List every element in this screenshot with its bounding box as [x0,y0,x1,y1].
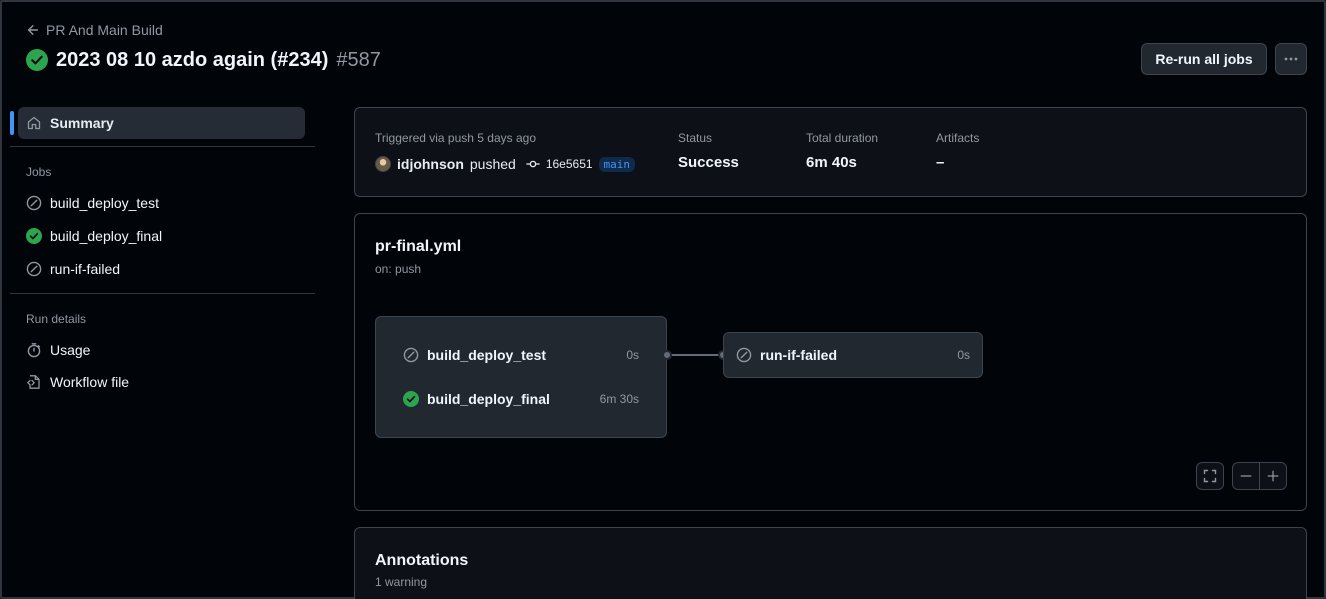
skipped-icon [26,195,42,211]
artifacts-value: – [936,154,945,171]
workflow-file-name: pr-final.yml [375,238,462,255]
workflow-graph-panel: pr-final.yml on: push build_deploy_test … [354,213,1307,511]
job-row: run-if-failed 0s [736,345,970,365]
sidebar-item-run-if-failed[interactable]: run-if-failed [26,258,120,280]
job-name: build_deploy_test [427,347,547,363]
sidebar-item-summary[interactable]: Summary [18,107,305,139]
sidebar-item-workflow-file[interactable]: Workflow file [26,371,129,393]
zoom-out-button[interactable] [1232,462,1260,490]
sidebar-item-build-deploy-test[interactable]: build_deploy_test [26,192,159,214]
sidebar-divider [10,146,315,147]
minus-icon [1239,469,1253,483]
commit-sha-link[interactable]: 16e5651 [546,157,593,171]
duration-label: Total duration [806,131,879,145]
arrow-left-icon [26,23,40,37]
plus-icon [1266,469,1280,483]
job-duration: 0s [957,348,970,362]
artifacts-label: Artifacts [936,131,980,145]
job-label: build_deploy_final [50,228,163,244]
annotations-panel: Annotations 1 warning [354,527,1307,599]
screen-full-icon [1202,468,1218,484]
job-duration: 0s [626,348,639,362]
job-name: run-if-failed [760,347,837,363]
graph-job-build-deploy-test[interactable]: build_deploy_test 0s [403,345,639,365]
back-link-label: PR And Main Build [46,22,163,38]
check-circle-icon [403,391,419,407]
trigger-label: Triggered via push 5 days ago [375,131,536,145]
graph-job-build-deploy-final[interactable]: build_deploy_final 6m 30s [403,389,639,409]
kebab-horizontal-icon [1283,51,1299,67]
workflow-trigger: on: push [375,262,422,276]
status-value: Success [678,154,739,171]
sidebar-summary-label: Summary [50,115,114,131]
check-circle-icon [26,49,48,71]
sidebar-item-build-deploy-final[interactable]: build_deploy_final [26,225,162,247]
trigger-details: idjohnson pushed 16e5651 main [375,154,636,174]
run-details-heading: Run details [26,312,87,326]
annotations-count: 1 warning [375,575,428,589]
actor-link[interactable]: idjohnson [397,156,464,172]
job-group: build_deploy_test 0s build_deploy_final … [375,316,667,438]
status-label: Status [678,131,713,145]
action-text: pushed [469,156,516,172]
usage-label: Usage [50,342,91,358]
sidebar-divider [10,293,315,294]
skipped-icon [26,261,42,277]
branch-badge[interactable]: main [598,156,636,172]
check-circle-icon [26,228,42,244]
git-commit-icon [526,157,540,171]
skipped-icon [736,347,752,363]
page-title: 2023 08 10 azdo again (#234) #587 [26,47,381,73]
run-summary-panel: Triggered via push 5 days ago idjohnson … [354,107,1307,197]
skipped-icon [403,347,419,363]
rerun-all-jobs-button[interactable]: Re-run all jobs [1141,43,1267,75]
graph-job-run-if-failed[interactable]: run-if-failed 0s [723,332,983,378]
fit-to-screen-button[interactable] [1196,462,1224,490]
duration-value[interactable]: 6m 40s [806,154,857,171]
annotations-title: Annotations [375,552,469,569]
connector-dot [662,350,672,360]
workflow-file-label: Workflow file [50,374,130,390]
job-connector [667,354,723,356]
run-number: #587 [336,48,381,71]
back-link[interactable]: PR And Main Build [26,21,163,39]
workflow-file-icon [26,374,42,390]
stopwatch-icon [26,342,42,358]
job-label: build_deploy_test [50,195,159,211]
jobs-heading: Jobs [26,165,52,179]
job-label: run-if-failed [50,261,121,277]
job-name: build_deploy_final [427,391,550,407]
zoom-in-button[interactable] [1259,462,1287,490]
home-icon [26,115,42,131]
run-title: 2023 08 10 azdo again (#234) [56,48,329,71]
job-duration: 6m 30s [599,392,639,406]
sidebar-item-usage[interactable]: Usage [26,339,90,361]
avatar[interactable] [375,156,391,172]
active-indicator [10,111,14,135]
more-options-button[interactable] [1275,43,1307,75]
